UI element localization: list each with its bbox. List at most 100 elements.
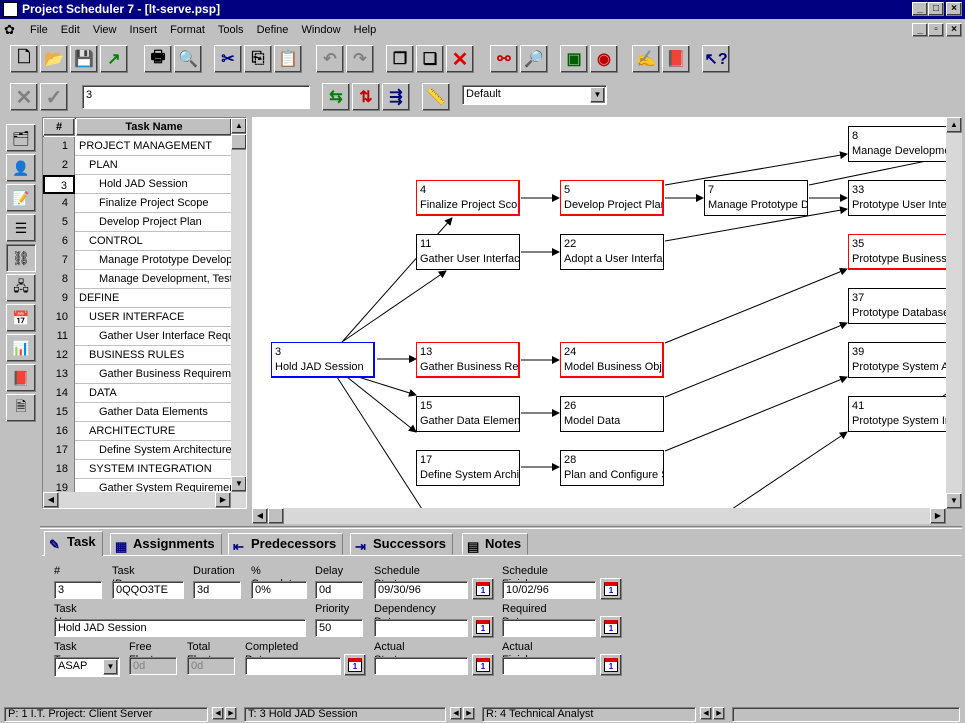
table-row[interactable]: 12 BUSINESS RULES	[43, 346, 233, 365]
tab-notes[interactable]: ▤ Notes	[462, 533, 529, 555]
pert-node[interactable]: 3 Hold JAD Session	[271, 342, 375, 378]
pert-node[interactable]: 26 Model Data	[560, 396, 664, 432]
pane-splitter[interactable]	[40, 526, 962, 529]
field-delay[interactable]: 0d	[315, 581, 363, 599]
pert-node[interactable]: 5 Develop Project Plan	[560, 180, 664, 216]
project-view-icon[interactable]: 🗂	[6, 124, 36, 152]
table-row[interactable]: 10 USER INTERFACE	[43, 308, 233, 327]
pert-chart[interactable]: 3 Hold JAD Session 4 Finalize Project Scope…	[252, 117, 946, 509]
pert-node[interactable]: 24 Model Business Objects	[560, 342, 664, 378]
scroll-up-icon[interactable]: ▲	[231, 118, 246, 134]
field-priority[interactable]: 50	[315, 619, 363, 637]
link-tasks-icon[interactable]: ⇶	[382, 83, 410, 111]
actual-start-calendar-icon[interactable]: 1	[472, 654, 494, 676]
doc-icon[interactable]: ✿	[4, 20, 15, 40]
task-name-cell[interactable]: DEFINE	[77, 289, 232, 307]
task-name-cell[interactable]: Gather Business Requirements	[77, 365, 232, 383]
status-task-prev-icon[interactable]: ◀	[450, 707, 462, 720]
task-name-cell[interactable]: Gather Data Elements	[77, 403, 232, 421]
table-row[interactable]: 7Manage Prototype Development	[43, 251, 233, 270]
task-name-cell[interactable]: Gather User Interface Requirements	[77, 327, 232, 345]
menu-file[interactable]: File	[30, 24, 48, 36]
task-list-view-icon[interactable]: 📝	[6, 184, 36, 212]
view-select[interactable]: Default ▼	[462, 85, 607, 105]
task-name-cell[interactable]: Define System Architecture	[77, 441, 232, 459]
pert-node[interactable]: 8 Manage Development	[848, 126, 946, 162]
gantt-view-icon[interactable]: ☰	[6, 214, 36, 242]
minimize-button[interactable]: _	[912, 2, 928, 16]
grid-header-num[interactable]: #	[43, 118, 75, 136]
status-project-prev-icon[interactable]: ◀	[212, 707, 224, 720]
save-disk-icon[interactable]: 💾	[70, 45, 98, 73]
delete-icon[interactable]: ✕	[446, 45, 474, 73]
row-number[interactable]: 11	[43, 327, 75, 346]
menu-define[interactable]: Define	[257, 24, 289, 36]
field-required-date[interactable]	[502, 619, 596, 637]
row-number[interactable]: 14	[43, 384, 75, 403]
field-task-name[interactable]: Hold JAD Session	[54, 619, 306, 637]
table-row[interactable]: 5 Develop Project Plan	[43, 213, 233, 232]
field-num[interactable]: 3	[54, 581, 102, 599]
table-row[interactable]: 4 Finalize Project Scope	[43, 194, 233, 213]
row-number[interactable]: 4	[43, 194, 75, 213]
table-row[interactable]: 11Gather User Interface Requirements	[43, 327, 233, 346]
grid-vscrollbar[interactable]: ▲ ▼	[231, 118, 246, 492]
app-icon[interactable]	[3, 2, 18, 17]
scroll-down-icon[interactable]: ▼	[231, 476, 246, 492]
doc-minimize-button[interactable]: _	[912, 23, 928, 37]
export-icon[interactable]: ↗	[100, 45, 128, 73]
row-number[interactable]: 2	[43, 156, 75, 175]
close-button[interactable]: ×	[946, 2, 962, 16]
menu-insert[interactable]: Insert	[130, 24, 158, 36]
field-dependency-date[interactable]	[374, 619, 468, 637]
accept-entry-icon[interactable]: ✓	[40, 83, 68, 111]
dropdown-arrow-icon[interactable]: ▼	[590, 87, 605, 103]
row-number[interactable]: 9	[43, 289, 75, 308]
canvas-hscrollbar[interactable]: ◀ ▶	[252, 508, 946, 524]
menu-view[interactable]: View	[93, 24, 117, 36]
canvas-scroll-down-icon[interactable]: ▼	[946, 493, 962, 509]
calendar-view-icon[interactable]: 📅	[6, 304, 36, 332]
task-name-cell[interactable]: Hold JAD Session	[77, 175, 232, 193]
tab-task[interactable]: ✎ Task	[44, 531, 103, 556]
canvas-hscroll-thumb[interactable]	[268, 508, 284, 524]
undo-icon[interactable]: ↶	[316, 45, 344, 73]
row-number[interactable]: 1	[43, 137, 75, 156]
task-name-cell[interactable]: Manage Development, Testing	[77, 270, 232, 288]
required-date-calendar-icon[interactable]: 1	[600, 616, 622, 638]
pert-node[interactable]: 13 Gather Business Requirements	[416, 342, 520, 378]
menu-help[interactable]: Help	[354, 24, 377, 36]
field-actual-start[interactable]	[374, 657, 468, 675]
open-folder-icon[interactable]: 📂	[40, 45, 68, 73]
find-icon[interactable]: 🔎	[520, 45, 548, 73]
table-row[interactable]: 17 Define System Architecture	[43, 441, 233, 460]
grid-hscrollbar[interactable]: ◀ ▶	[43, 492, 246, 508]
copy-task-icon[interactable]: ❐	[386, 45, 414, 73]
scroll-left-icon[interactable]: ◀	[43, 492, 59, 508]
notes-book-icon[interactable]: 📕	[662, 45, 690, 73]
task-name-cell[interactable]: ARCHITECTURE	[77, 422, 232, 440]
task-name-cell[interactable]: USER INTERFACE	[77, 308, 232, 326]
tab-successors[interactable]: ⇥ Successors	[350, 533, 453, 555]
row-number[interactable]: 18	[43, 460, 75, 479]
menu-edit[interactable]: Edit	[61, 24, 80, 36]
table-row[interactable]: 3 Hold JAD Session	[43, 175, 233, 194]
row-number[interactable]: 6	[43, 232, 75, 251]
field-pct-complete[interactable]: 0%	[251, 581, 307, 599]
row-number[interactable]: 3	[43, 175, 75, 194]
report-view-icon[interactable]: 🗎	[6, 394, 36, 422]
task-name-cell[interactable]: BUSINESS RULES	[77, 346, 232, 364]
table-row[interactable]: 13Gather Business Requirements	[43, 365, 233, 384]
row-number[interactable]: 10	[43, 308, 75, 327]
print-icon[interactable]: 🖶	[144, 45, 172, 73]
grid-header-name[interactable]: Task Name	[76, 118, 232, 136]
redo-icon[interactable]: ↷	[346, 45, 374, 73]
row-number[interactable]: 12	[43, 346, 75, 365]
pert-node[interactable]: 37 Prototype Database	[848, 288, 946, 324]
schedule-icon[interactable]: ◉	[590, 45, 618, 73]
title-bar[interactable]: Project Scheduler 7 - [lt-serve.psp] _ □…	[0, 0, 965, 19]
paste-icon[interactable]: 📋	[274, 45, 302, 73]
link-icon[interactable]: ⚯	[490, 45, 518, 73]
table-row[interactable]: 1 PROJECT MANAGEMENT	[43, 137, 233, 156]
copy-icon[interactable]: ⎘	[244, 45, 272, 73]
